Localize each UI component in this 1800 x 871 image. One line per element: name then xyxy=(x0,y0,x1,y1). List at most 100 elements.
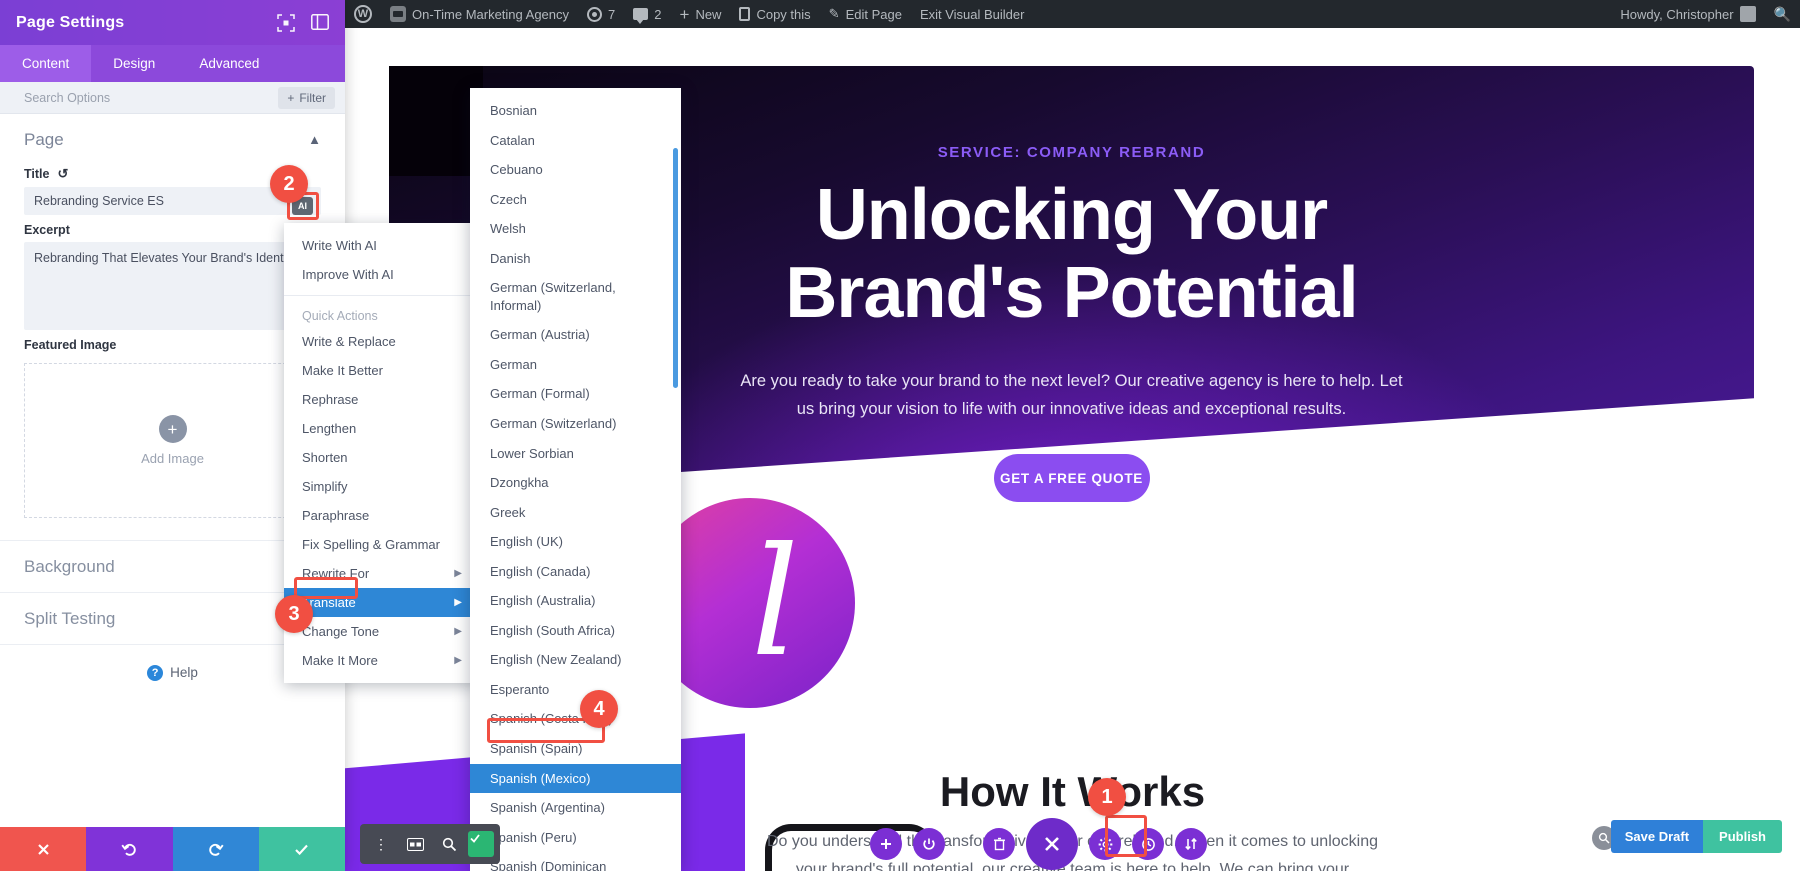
ai-menu-item-make-it-better[interactable]: Make It Better xyxy=(284,356,480,385)
language-item-spanish-argentina[interactable]: Spanish (Argentina) xyxy=(470,793,681,823)
language-item-english-canada[interactable]: English (Canada) xyxy=(470,557,681,587)
language-item-bosnian[interactable]: Bosnian xyxy=(470,96,681,126)
exit-visual-builder-menu[interactable]: Exit Visual Builder xyxy=(911,0,1034,28)
language-menu-scrollbar[interactable] xyxy=(673,148,678,388)
account-menu[interactable]: Howdy, Christopher xyxy=(1611,0,1764,28)
power-toggle-button[interactable] xyxy=(913,828,945,860)
tab-advanced[interactable]: Advanced xyxy=(177,45,281,82)
panel-layout-icon[interactable] xyxy=(311,13,329,32)
ai-menu-item-write-with-ai[interactable]: Write With AI xyxy=(284,231,480,260)
excerpt-field-label: Excerpt xyxy=(24,223,70,237)
panel-footer[interactable] xyxy=(0,827,345,871)
discard-changes-button[interactable] xyxy=(0,827,87,871)
revisions-menu[interactable]: 7 xyxy=(578,0,624,28)
avatar xyxy=(1739,6,1756,22)
panel-tabs[interactable]: Content Design Advanced xyxy=(0,45,345,82)
language-item-cebuano[interactable]: Cebuano xyxy=(470,155,681,185)
save-publish-group[interactable]: Save Draft Publish xyxy=(1610,820,1782,853)
copy-this-menu[interactable]: Copy this xyxy=(730,0,819,28)
language-item-english-new-zealand[interactable]: English (New Zealand) xyxy=(470,645,681,675)
tab-design[interactable]: Design xyxy=(91,45,177,82)
language-item-spanish-mexico[interactable]: Spanish (Mexico) xyxy=(470,763,681,794)
ai-context-menu[interactable]: Write With AI Improve With AI Quick Acti… xyxy=(284,223,480,683)
ai-menu-item-paraphrase[interactable]: Paraphrase xyxy=(284,501,480,530)
language-item-german-switzerland[interactable]: German (Switzerland) xyxy=(470,409,681,439)
search-input[interactable] xyxy=(24,90,279,105)
language-item-english-uk[interactable]: English (UK) xyxy=(470,527,681,557)
ai-menu-item-write-and-replace[interactable]: Write & Replace xyxy=(284,327,480,356)
adminbar-search-button[interactable]: 🔍 xyxy=(1765,0,1800,28)
site-icon xyxy=(390,6,406,22)
reset-icon[interactable]: ↺ xyxy=(57,166,68,182)
ai-menu-item-rephrase[interactable]: Rephrase xyxy=(284,385,480,414)
wordpress-admin-bar[interactable]: W On-Time Marketing Agency 7 2 + New Cop… xyxy=(345,0,1800,28)
undo-button[interactable] xyxy=(86,827,173,871)
translate-item-highlight xyxy=(294,577,358,599)
language-item-spanish-peru[interactable]: Spanish (Peru) xyxy=(470,823,681,853)
ai-menu-separator xyxy=(284,295,480,296)
chevron-right-icon: ▶ xyxy=(454,626,462,637)
section-page-label: Page xyxy=(24,130,64,149)
panel-search-bar[interactable]: + Filter xyxy=(0,82,345,114)
language-item-german-switzerland-informal[interactable]: German (Switzerland, Informal) xyxy=(470,273,681,320)
language-item-esperanto[interactable]: Esperanto xyxy=(470,675,681,705)
ai-menu-item-simplify[interactable]: Simplify xyxy=(284,472,480,501)
hero-subtitle: Are you ready to take your brand to the … xyxy=(740,371,1403,419)
filter-button[interactable]: + Filter xyxy=(278,86,335,109)
ai-menu-item-lengthen[interactable]: Lengthen xyxy=(284,414,480,443)
redo-button[interactable] xyxy=(172,827,259,871)
ai-menu-item-fix-spelling-grammar[interactable]: Fix Spelling & Grammar xyxy=(284,530,480,559)
language-item-german-formal[interactable]: German (Formal) xyxy=(470,379,681,409)
language-item-czech[interactable]: Czech xyxy=(470,185,681,215)
add-section-button[interactable] xyxy=(870,828,902,860)
section-page-header[interactable]: Page ▲ xyxy=(0,114,345,158)
language-item-spanish-dominican-republic[interactable]: Spanish (Dominican Republic) xyxy=(470,852,681,871)
wireframe-icon[interactable] xyxy=(400,829,430,859)
ai-menu-item-change-tone[interactable]: Change Tone ▶ xyxy=(284,617,480,646)
pencil-icon: ✎ xyxy=(828,6,840,21)
site-name-menu[interactable]: On-Time Marketing Agency xyxy=(381,0,578,28)
check-icon[interactable] xyxy=(468,831,494,857)
ai-menu-item-shorten[interactable]: Shorten xyxy=(284,443,480,472)
language-item-english-south-africa[interactable]: English (South Africa) xyxy=(470,616,681,646)
close-builder-button[interactable] xyxy=(1026,818,1078,870)
ai-menu-item-improve-with-ai[interactable]: Improve With AI xyxy=(284,260,480,289)
language-item-lower-sorbian[interactable]: Lower Sorbian xyxy=(470,439,681,469)
language-item-welsh[interactable]: Welsh xyxy=(470,214,681,244)
translate-language-submenu[interactable]: Bosnian Catalan Cebuano Czech Welsh Dani… xyxy=(470,88,681,871)
focus-mode-icon[interactable] xyxy=(277,13,295,32)
search-icon[interactable] xyxy=(434,829,464,859)
copy-icon xyxy=(739,7,751,21)
language-item-catalan[interactable]: Catalan xyxy=(470,126,681,156)
save-button[interactable] xyxy=(258,827,345,871)
language-item-greek[interactable]: Greek xyxy=(470,498,681,528)
new-content-menu[interactable]: + New xyxy=(671,0,731,28)
help-label: Help xyxy=(170,665,198,680)
featured-image-dropzone[interactable]: + Add Image xyxy=(24,363,321,518)
new-label: New xyxy=(695,6,722,22)
tab-content[interactable]: Content xyxy=(0,45,92,82)
chevron-up-icon[interactable]: ▲ xyxy=(308,133,321,146)
excerpt-textarea[interactable]: Rebranding That Elevates Your Brand's Id… xyxy=(24,242,321,330)
ai-menu-item-make-it-more[interactable]: Make It More ▶ xyxy=(284,646,480,675)
sort-button[interactable] xyxy=(1175,828,1207,860)
language-item-dzongkha[interactable]: Dzongkha xyxy=(470,468,681,498)
revisions-count: 7 xyxy=(608,6,616,22)
chevron-right-icon: ▶ xyxy=(454,597,462,608)
section-split-testing-label: Split Testing xyxy=(24,608,116,628)
get-a-free-quote-button[interactable]: GET A FREE QUOTE xyxy=(993,454,1150,503)
edit-page-menu[interactable]: ✎ Edit Page xyxy=(820,0,911,28)
publish-button[interactable]: Publish xyxy=(1703,820,1782,853)
wordpress-logo-menu[interactable]: W xyxy=(345,0,381,28)
kebab-icon[interactable]: ⋮ xyxy=(366,829,396,859)
comments-menu[interactable]: 2 xyxy=(624,0,670,28)
module-mini-toolbar[interactable]: ⋮ xyxy=(360,824,500,864)
delete-button[interactable] xyxy=(983,828,1015,860)
language-item-english-australia[interactable]: English (Australia) xyxy=(470,586,681,616)
language-item-german-austria[interactable]: German (Austria) xyxy=(470,320,681,350)
save-draft-button[interactable]: Save Draft xyxy=(1610,820,1704,853)
section-background-label: Background xyxy=(24,556,115,576)
builder-main-toolbar[interactable] xyxy=(870,818,1207,870)
language-item-german[interactable]: German xyxy=(470,350,681,380)
language-item-danish[interactable]: Danish xyxy=(470,244,681,274)
